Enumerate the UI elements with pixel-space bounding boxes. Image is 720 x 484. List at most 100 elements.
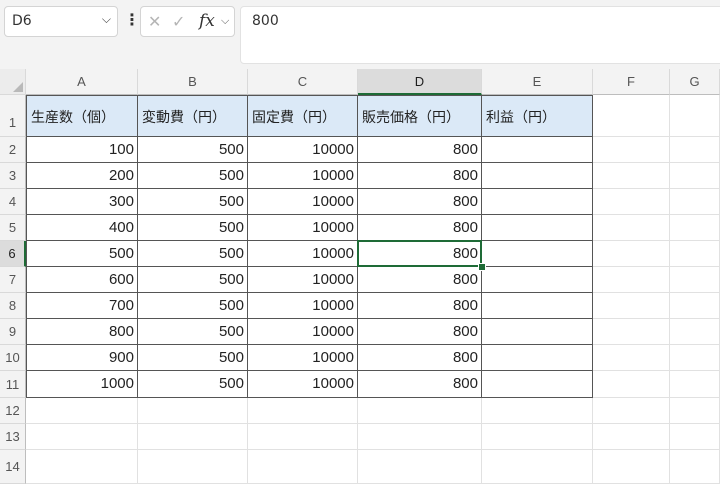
check-icon[interactable]: ✓ bbox=[172, 12, 185, 31]
cell-d11[interactable]: 800 bbox=[358, 371, 482, 398]
cell-e7[interactable] bbox=[482, 267, 593, 293]
cell-g8[interactable] bbox=[670, 293, 720, 319]
cell-f11[interactable] bbox=[593, 371, 670, 398]
cell-c13[interactable] bbox=[248, 424, 358, 450]
cell-g7[interactable] bbox=[670, 267, 720, 293]
cell-a9[interactable]: 800 bbox=[26, 319, 138, 345]
cell-d1[interactable]: 販売価格（円） bbox=[358, 95, 482, 137]
cell-g3[interactable] bbox=[670, 163, 720, 189]
cell-b14[interactable] bbox=[138, 450, 248, 484]
cell-e9[interactable] bbox=[482, 319, 593, 345]
cell-b8[interactable]: 500 bbox=[138, 293, 248, 319]
cell-d7[interactable]: 800 bbox=[358, 267, 482, 293]
cell-e8[interactable] bbox=[482, 293, 593, 319]
formula-input[interactable]: 800 bbox=[240, 6, 720, 64]
cell-g13[interactable] bbox=[670, 424, 720, 450]
cell-f5[interactable] bbox=[593, 215, 670, 241]
cell-e2[interactable] bbox=[482, 137, 593, 163]
cell-g5[interactable] bbox=[670, 215, 720, 241]
cancel-icon[interactable]: ✕ bbox=[148, 12, 161, 31]
cell-g1[interactable] bbox=[670, 95, 720, 137]
cell-a6[interactable]: 500 bbox=[26, 241, 138, 267]
column-header-g[interactable]: G bbox=[670, 69, 720, 95]
row-header-9[interactable]: 9 bbox=[0, 319, 26, 345]
row-header-13[interactable]: 13 bbox=[0, 424, 26, 450]
cell-c2[interactable]: 10000 bbox=[248, 137, 358, 163]
cell-c12[interactable] bbox=[248, 398, 358, 424]
name-box[interactable]: D6 ⌵ bbox=[4, 6, 118, 37]
cell-b1[interactable]: 変動費（円） bbox=[138, 95, 248, 137]
cell-e5[interactable] bbox=[482, 215, 593, 241]
cell-e11[interactable] bbox=[482, 371, 593, 398]
cell-f12[interactable] bbox=[593, 398, 670, 424]
cell-g2[interactable] bbox=[670, 137, 720, 163]
cell-e13[interactable] bbox=[482, 424, 593, 450]
row-header-14[interactable]: 14 bbox=[0, 450, 26, 484]
cell-f10[interactable] bbox=[593, 345, 670, 371]
row-header-11[interactable]: 11 bbox=[0, 371, 26, 398]
cell-d10[interactable]: 800 bbox=[358, 345, 482, 371]
cell-g4[interactable] bbox=[670, 189, 720, 215]
column-header-c[interactable]: C bbox=[248, 69, 358, 95]
cell-c3[interactable]: 10000 bbox=[248, 163, 358, 189]
cell-d14[interactable] bbox=[358, 450, 482, 484]
cell-f7[interactable] bbox=[593, 267, 670, 293]
cell-a7[interactable]: 600 bbox=[26, 267, 138, 293]
cell-c4[interactable]: 10000 bbox=[248, 189, 358, 215]
row-header-6[interactable]: 6 bbox=[0, 241, 26, 267]
cell-a10[interactable]: 900 bbox=[26, 345, 138, 371]
cell-a2[interactable]: 100 bbox=[26, 137, 138, 163]
cell-a5[interactable]: 400 bbox=[26, 215, 138, 241]
more-options-icon[interactable]: ⋮ bbox=[124, 10, 140, 29]
cell-f8[interactable] bbox=[593, 293, 670, 319]
cell-c7[interactable]: 10000 bbox=[248, 267, 358, 293]
cell-c5[interactable]: 10000 bbox=[248, 215, 358, 241]
row-header-5[interactable]: 5 bbox=[0, 215, 26, 241]
row-header-2[interactable]: 2 bbox=[0, 137, 26, 163]
cell-e6[interactable] bbox=[482, 241, 593, 267]
column-header-d[interactable]: D bbox=[358, 69, 482, 95]
cell-d3[interactable]: 800 bbox=[358, 163, 482, 189]
cell-g6[interactable] bbox=[670, 241, 720, 267]
cell-d4[interactable]: 800 bbox=[358, 189, 482, 215]
cell-f4[interactable] bbox=[593, 189, 670, 215]
cell-b10[interactable]: 500 bbox=[138, 345, 248, 371]
cell-b5[interactable]: 500 bbox=[138, 215, 248, 241]
cell-g12[interactable] bbox=[670, 398, 720, 424]
cell-f13[interactable] bbox=[593, 424, 670, 450]
cell-b12[interactable] bbox=[138, 398, 248, 424]
cell-c9[interactable]: 10000 bbox=[248, 319, 358, 345]
cell-d5[interactable]: 800 bbox=[358, 215, 482, 241]
cell-d2[interactable]: 800 bbox=[358, 137, 482, 163]
cell-f14[interactable] bbox=[593, 450, 670, 484]
cell-e14[interactable] bbox=[482, 450, 593, 484]
column-header-e[interactable]: E bbox=[482, 69, 593, 95]
cell-b7[interactable]: 500 bbox=[138, 267, 248, 293]
cell-e1[interactable]: 利益（円） bbox=[482, 95, 593, 137]
column-header-a[interactable]: A bbox=[26, 69, 138, 95]
cell-a13[interactable] bbox=[26, 424, 138, 450]
cell-c1[interactable]: 固定費（円） bbox=[248, 95, 358, 137]
cell-a3[interactable]: 200 bbox=[26, 163, 138, 189]
cell-e12[interactable] bbox=[482, 398, 593, 424]
cell-b6[interactable]: 500 bbox=[138, 241, 248, 267]
row-header-3[interactable]: 3 bbox=[0, 163, 26, 189]
cell-d12[interactable] bbox=[358, 398, 482, 424]
cell-c14[interactable] bbox=[248, 450, 358, 484]
cell-a4[interactable]: 300 bbox=[26, 189, 138, 215]
cell-d9[interactable]: 800 bbox=[358, 319, 482, 345]
cell-f2[interactable] bbox=[593, 137, 670, 163]
row-header-8[interactable]: 8 bbox=[0, 293, 26, 319]
cell-a14[interactable] bbox=[26, 450, 138, 484]
cell-c6[interactable]: 10000 bbox=[248, 241, 358, 267]
cell-b4[interactable]: 500 bbox=[138, 189, 248, 215]
cell-b13[interactable] bbox=[138, 424, 248, 450]
cell-f9[interactable] bbox=[593, 319, 670, 345]
row-header-7[interactable]: 7 bbox=[0, 267, 26, 293]
cell-a11[interactable]: 1000 bbox=[26, 371, 138, 398]
cell-g10[interactable] bbox=[670, 345, 720, 371]
insert-function-button[interactable]: fx bbox=[199, 11, 215, 31]
cell-f6[interactable] bbox=[593, 241, 670, 267]
cell-f1[interactable] bbox=[593, 95, 670, 137]
row-header-12[interactable]: 12 bbox=[0, 398, 26, 424]
